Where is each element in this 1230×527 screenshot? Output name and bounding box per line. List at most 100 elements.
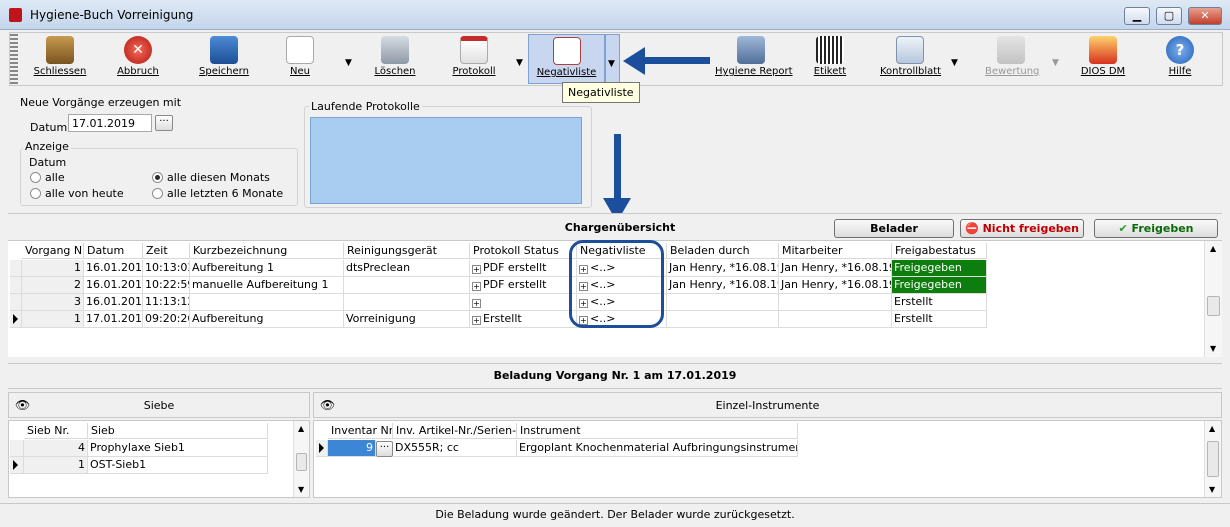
column-header[interactable]: Beladen durch: [667, 243, 779, 259]
help-icon: ?: [1166, 36, 1194, 64]
cell-text: PDF erstellt: [483, 261, 547, 274]
radio-this-month-circle: [152, 172, 163, 183]
table-cell-protocol[interactable]: + PDF erstellt: [470, 260, 577, 277]
release-button[interactable]: ✔ Freigeben: [1094, 219, 1218, 238]
table-cell-time: 10:22:59: [143, 277, 190, 294]
radio-this-month[interactable]: alle diesen Monats: [152, 171, 270, 184]
table-cell-device: [344, 277, 470, 294]
negative-list-button[interactable]: Negativliste: [528, 34, 605, 84]
row-selector[interactable]: [10, 440, 24, 457]
expand-icon[interactable]: +: [472, 282, 481, 291]
control-sheet-button[interactable]: Kontrollblatt: [880, 34, 941, 84]
status-bar: Die Beladung wurde geändert. Der Belader…: [0, 503, 1230, 527]
not-release-button[interactable]: ⛔ Nicht freigeben: [960, 219, 1084, 238]
cancel-button[interactable]: ✕ Abbruch: [110, 34, 166, 84]
radio-last-6-months-label: alle letzten 6 Monate: [167, 187, 284, 200]
radio-all-circle: [30, 172, 41, 183]
toolbar-grip[interactable]: [10, 34, 18, 84]
loader-button[interactable]: Belader: [834, 219, 954, 238]
running-protocols-list[interactable]: [310, 117, 582, 204]
date-input[interactable]: 17.01.2019: [68, 114, 152, 132]
scroll-down-icon: ▼: [1210, 344, 1217, 353]
sieves-scrollbar[interactable]: ▲ ▼: [293, 421, 309, 497]
cell-text: 16.01.2019: [86, 295, 143, 308]
save-button[interactable]: Speichern: [196, 34, 252, 84]
column-header[interactable]: Inv. Artikel-Nr./Serien-Nr.: [393, 423, 517, 439]
radio-last-6-months[interactable]: alle letzten 6 Monate: [152, 187, 283, 200]
row-selector[interactable]: [10, 294, 22, 311]
column-header[interactable]: Freigabestatus: [892, 243, 987, 259]
clipboard-icon: [552, 37, 581, 65]
column-header[interactable]: Sieb: [88, 423, 268, 439]
maximize-button[interactable]: ▢: [1156, 7, 1182, 25]
not-release-label: Nicht freigeben: [982, 222, 1079, 235]
instruments-scroll-thumb[interactable]: [1207, 441, 1219, 477]
batch-scroll-thumb[interactable]: [1207, 296, 1220, 316]
cell-text: Jan Henry, *16.08.1987: [669, 278, 778, 291]
expand-icon[interactable]: +: [472, 299, 481, 308]
release-label: Freigeben: [1131, 222, 1194, 235]
cell-text: Aufbereitung 1: [192, 261, 274, 274]
close-button[interactable]: Schliessen: [30, 34, 90, 84]
column-header[interactable]: Vorgang Nr.: [22, 243, 84, 259]
date-picker-button[interactable]: ···: [155, 115, 173, 131]
cell-text: 1: [74, 261, 81, 274]
table-cell-protocol[interactable]: + PDF erstellt: [470, 277, 577, 294]
batch-overview-title: Chargenübersicht: [564, 221, 676, 234]
label-button[interactable]: Etikett: [808, 34, 852, 84]
column-header[interactable]: Kurzbezeichnung: [190, 243, 344, 259]
protocol-button[interactable]: Protokoll: [452, 34, 496, 84]
control-sheet-dropdown-arrow[interactable]: ▼: [951, 58, 958, 68]
expand-icon[interactable]: +: [472, 265, 481, 274]
table-cell-status: Freigegeben: [892, 260, 987, 277]
table-cell-name: Aufbereitung 1: [190, 260, 344, 277]
cell-text: 09:20:26: [145, 312, 190, 325]
new-button[interactable]: Neu: [280, 34, 320, 84]
instruments-scrollbar[interactable]: ▲ ▼: [1204, 421, 1221, 497]
close-window-button[interactable]: ✕: [1188, 7, 1222, 25]
minimize-button[interactable]: ▁: [1124, 7, 1150, 25]
column-header[interactable]: Mitarbeiter: [779, 243, 892, 259]
cell-text: dtsPreclean: [346, 261, 411, 274]
column-header[interactable]: Reinigungsgerät: [344, 243, 470, 259]
cancel-icon: ✕: [124, 36, 152, 64]
table-cell-name: Aufbereitung: [190, 311, 344, 328]
column-header[interactable]: Sieb Nr.: [24, 423, 88, 439]
table-cell-inventory-nr[interactable]: 9: [328, 440, 376, 457]
column-header[interactable]: Instrument: [517, 423, 798, 439]
radio-all[interactable]: alle: [30, 171, 65, 184]
table-cell-sieve-nr: 4: [24, 440, 88, 457]
title-bar: Hygiene-Buch Vorreinigung ▁ ▢ ✕: [0, 0, 1230, 30]
table-cell-staff: [779, 311, 892, 328]
table-cell-protocol[interactable]: + Erstellt: [470, 311, 577, 328]
cell-text: 10:13:03: [145, 261, 190, 274]
expand-icon[interactable]: +: [472, 316, 481, 325]
new-dropdown-arrow[interactable]: ▼: [345, 58, 352, 68]
negative-list-dropdown[interactable]: ▼: [605, 34, 620, 84]
cell-text: Erstellt: [894, 312, 933, 325]
radio-from-today[interactable]: alle von heute: [30, 187, 124, 200]
row-selector[interactable]: [10, 277, 22, 294]
batch-scrollbar[interactable]: ▲ ▼: [1204, 241, 1222, 357]
dios-dm-button[interactable]: DIOS DM: [1076, 34, 1130, 84]
hygiene-report-button[interactable]: Hygiene Report: [715, 34, 793, 84]
protocol-icon: [460, 36, 488, 64]
protocol-dropdown-arrow[interactable]: ▼: [516, 58, 523, 68]
sieves-scroll-thumb[interactable]: [296, 453, 307, 471]
column-header[interactable]: Inventar Nr.: [328, 423, 393, 439]
table-cell-article: DX555R; cc: [393, 440, 517, 457]
scroll-down-icon: ▼: [298, 485, 305, 494]
inventory-picker-button[interactable]: ···: [376, 441, 393, 457]
row-selector[interactable]: [10, 260, 22, 277]
table-cell-protocol[interactable]: +: [470, 294, 577, 311]
table-cell-date: 16.01.2019: [84, 294, 143, 311]
help-button[interactable]: ? Hilfe: [1160, 34, 1200, 84]
annotation-arrow-horizontal: [640, 57, 710, 64]
current-row-indicator: [13, 460, 18, 470]
table-cell-status: Erstellt: [892, 294, 987, 311]
column-header[interactable]: Datum: [84, 243, 143, 259]
table-cell-nr: 1: [22, 311, 84, 328]
column-header[interactable]: Zeit: [143, 243, 190, 259]
column-header[interactable]: Protokoll Status: [470, 243, 577, 259]
delete-button[interactable]: Löschen: [370, 34, 420, 84]
